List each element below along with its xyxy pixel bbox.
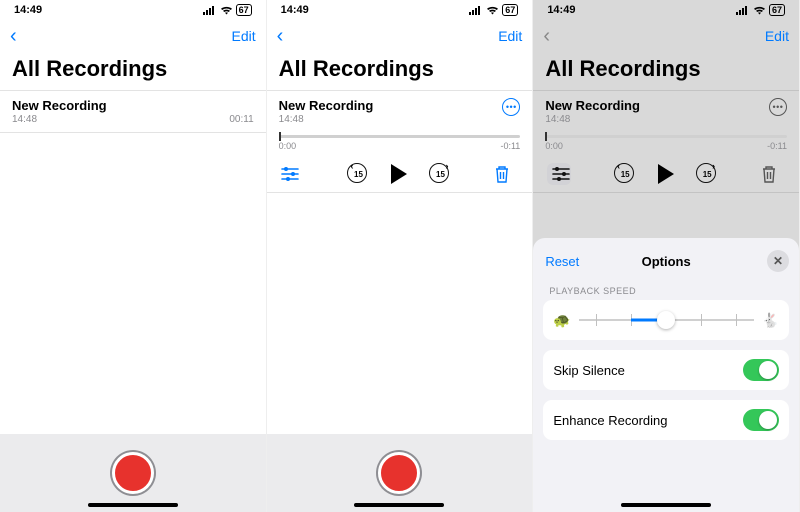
scrub-remaining: -0:11 [500, 141, 520, 151]
battery-icon: 67 [236, 4, 252, 16]
playback-settings-button [547, 163, 571, 185]
delete-button[interactable] [494, 165, 518, 183]
recording-row-expanded: New Recording 14:48 ••• 0:00 -0:11 15‹ [533, 90, 799, 193]
delete-button [761, 165, 785, 183]
status-bar: 14:49 67 [533, 0, 799, 20]
skip-back-button: 15‹ [614, 163, 636, 185]
status-bar: 14:49 67 [267, 0, 533, 20]
page-title: All Recordings [0, 52, 266, 90]
recording-name: New Recording [279, 98, 374, 113]
skip-back-button[interactable]: 15‹ [347, 163, 369, 185]
playback-speed-slider[interactable] [579, 310, 754, 330]
sliders-icon [552, 167, 570, 181]
enhance-recording-label: Enhance Recording [553, 413, 667, 428]
recording-row[interactable]: New Recording 14:48 00:11 [0, 90, 266, 133]
status-time: 14:49 [281, 4, 309, 16]
trash-icon [761, 165, 777, 183]
home-indicator[interactable] [88, 503, 178, 507]
recording-time: 14:48 [545, 114, 640, 125]
wifi-icon [220, 6, 233, 15]
record-dock [0, 434, 266, 512]
skip-silence-row: Skip Silence [543, 350, 789, 390]
sliders-icon [281, 167, 299, 181]
edit-button[interactable]: Edit [498, 28, 522, 44]
record-dock [267, 434, 533, 512]
more-button[interactable]: ••• [502, 98, 520, 116]
recording-name: New Recording [545, 98, 640, 113]
signal-icon [469, 6, 483, 15]
reset-button[interactable]: Reset [545, 254, 579, 269]
hare-icon: 🐇 [762, 312, 779, 329]
scrub-elapsed: 0:00 [545, 141, 563, 151]
edit-button: Edit [765, 28, 789, 44]
back-button: ‹ [543, 25, 550, 48]
home-indicator[interactable] [621, 503, 711, 507]
recording-duration: 00:11 [229, 114, 253, 125]
play-button [656, 163, 676, 185]
nav-bar: ‹ Edit [267, 20, 533, 52]
screen-expanded: 14:49 67 ‹ Edit All Recordings New Recor… [267, 0, 534, 512]
battery-icon: 67 [769, 4, 785, 16]
skip-forward-button: 15› [696, 163, 718, 185]
play-button[interactable] [389, 163, 409, 185]
recording-row-expanded: New Recording 14:48 ••• 0:00 -0:11 15‹ [267, 90, 533, 193]
scrub-elapsed: 0:00 [279, 141, 297, 151]
signal-icon [203, 6, 217, 15]
wifi-icon [486, 6, 499, 15]
skip-forward-button[interactable]: 15› [429, 163, 451, 185]
scrubber: 0:00 -0:11 [545, 135, 787, 151]
recording-time: 14:48 [12, 114, 107, 125]
enhance-recording-toggle[interactable] [743, 409, 779, 431]
skip-silence-label: Skip Silence [553, 363, 625, 378]
skip-silence-toggle[interactable] [743, 359, 779, 381]
enhance-recording-row: Enhance Recording [543, 400, 789, 440]
record-button[interactable] [378, 452, 420, 494]
trash-icon [494, 165, 510, 183]
home-indicator[interactable] [354, 503, 444, 507]
back-button[interactable]: ‹ [10, 25, 17, 48]
nav-bar: ‹ Edit [533, 20, 799, 52]
screen-list: 14:49 67 ‹ Edit All Recordings New Recor… [0, 0, 267, 512]
page-title: All Recordings [533, 52, 799, 90]
close-button[interactable]: ✕ [767, 250, 789, 272]
status-time: 14:49 [547, 4, 575, 16]
nav-bar: ‹ Edit [0, 20, 266, 52]
battery-icon: 67 [502, 4, 518, 16]
more-button: ••• [769, 98, 787, 116]
recording-name: New Recording [12, 98, 107, 113]
wifi-icon [753, 6, 766, 15]
scrub-remaining: -0:11 [767, 141, 787, 151]
record-button[interactable] [112, 452, 154, 494]
signal-icon [736, 6, 750, 15]
status-icons: 67 [203, 4, 252, 16]
recording-time: 14:48 [279, 114, 374, 125]
playback-settings-button[interactable] [281, 167, 305, 181]
play-icon [656, 163, 676, 185]
back-button[interactable]: ‹ [277, 25, 284, 48]
status-icons: 67 [469, 4, 518, 16]
screen-options: 14:49 67 ‹ Edit All Recordings New Recor… [533, 0, 800, 512]
options-sheet: Reset Options ✕ PLAYBACK SPEED 🐢 🐇 [533, 238, 799, 512]
page-title: All Recordings [267, 52, 533, 90]
tortoise-icon: 🐢 [553, 312, 570, 329]
edit-button[interactable]: Edit [232, 28, 256, 44]
status-icons: 67 [736, 4, 785, 16]
status-bar: 14:49 67 [0, 0, 266, 20]
playback-speed-card: 🐢 🐇 [543, 300, 789, 340]
sheet-title: Options [642, 254, 691, 269]
scrubber[interactable]: 0:00 -0:11 [279, 135, 521, 151]
status-time: 14:49 [14, 4, 42, 16]
section-playback-speed: PLAYBACK SPEED [549, 286, 783, 296]
play-icon [389, 163, 409, 185]
